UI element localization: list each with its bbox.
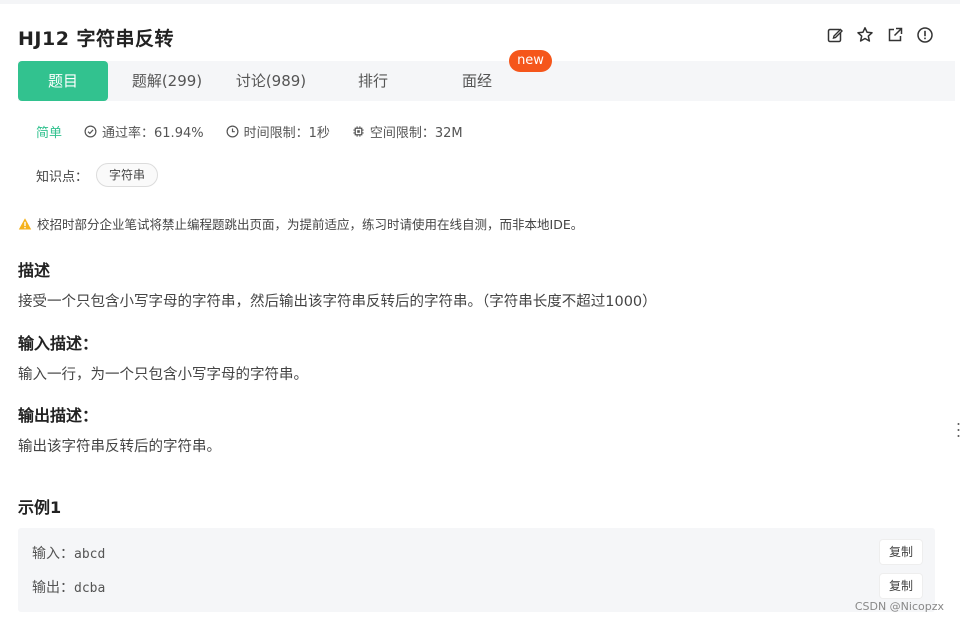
example-box: 输入：abcd 复制 输出：dcba 复制 [18,528,935,612]
input-text: 输入一行，为一个只包含小写字母的字符串。 [18,367,308,383]
output-heading: 输出描述： [18,406,99,425]
watermark: CSDN @Nicopzx [854,600,944,613]
input-heading: 输入描述： [18,334,99,353]
top-strip [0,0,960,4]
tab-discussion[interactable]: 讨论(989) [226,61,316,101]
notice-bar: 校招时部分企业笔试将禁止编程题跳出页面，为提前适应，练习时请使用在线自测，而非本… [18,214,583,233]
edit-icon[interactable] [826,26,844,44]
tab-bar: 题目 题解(299) 讨论(989) 排行 面经 [18,61,955,101]
difficulty-label: 简单 [36,126,63,141]
example-output-label: 输出： [32,580,74,596]
pass-rate-text: 通过率：61.94% [102,126,204,141]
knowledge-tags: 知识点： 字符串 [36,163,159,187]
example-input-label: 输入： [32,546,74,562]
clock-icon [226,125,239,138]
copy-input-button[interactable]: 复制 [880,540,922,564]
external-link-icon[interactable] [886,26,904,44]
tab-ranking[interactable]: 排行 [328,61,418,101]
new-badge: new [509,50,552,72]
example-input-value: abcd [74,547,106,562]
copy-output-button[interactable]: 复制 [880,574,922,598]
page-title: HJ12 字符串反转 [18,28,175,50]
tab-interview[interactable]: 面经 [432,61,522,101]
tag-string[interactable]: 字符串 [96,163,159,187]
tab-problem[interactable]: 题目 [18,61,108,101]
description-text: 接受一个只包含小写字母的字符串，然后输出该字符串反转后的字符串。（字符串长度不超… [18,294,657,310]
toolbar [826,26,934,44]
memory-limit-text: 空间限制：32M [369,126,463,141]
output-text: 输出该字符串反转后的字符串。 [18,439,221,455]
notice-text: 校招时部分企业笔试将禁止编程题跳出页面，为提前适应，练习时请使用在线自测，而非本… [37,217,584,232]
example-heading: 示例1 [18,498,62,517]
pass-rate: 通过率：61.94% [84,122,204,141]
example-output: 输出：dcba [32,577,105,597]
warning-icon [18,217,32,229]
example-output-value: dcba [74,581,106,596]
star-icon[interactable] [856,26,874,44]
report-icon[interactable] [916,26,934,44]
memory-limit: 空间限制：32M [352,122,463,141]
tab-solutions[interactable]: 题解(299) [122,61,212,101]
time-limit-text: 时间限制：1秒 [243,126,330,141]
chip-icon [353,126,364,137]
problem-meta: 简单 通过率：61.94% 时间限制：1秒 空间限制：32M [36,122,485,141]
knowledge-label: 知识点： [36,169,89,185]
description-heading: 描述 [18,261,51,280]
time-limit: 时间限制：1秒 [226,122,330,141]
check-circle-icon [84,125,97,138]
example-input: 输入：abcd [32,543,105,563]
